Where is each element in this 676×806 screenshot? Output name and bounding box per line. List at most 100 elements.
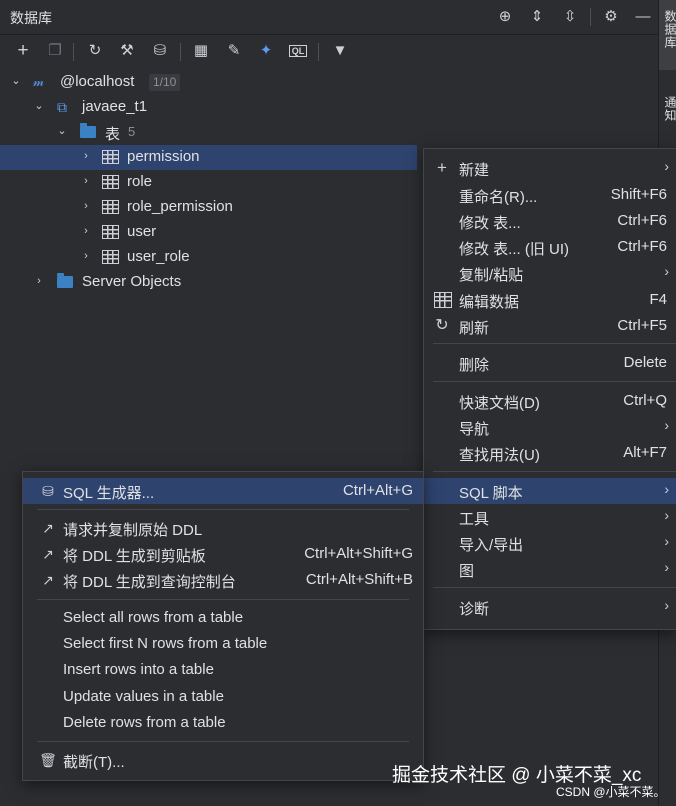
schema-icon: ⧉ bbox=[57, 99, 67, 115]
table-icon bbox=[102, 250, 119, 264]
external-arrow-icon: ↗ bbox=[42, 572, 54, 588]
submenu-item-select-first-n[interactable]: Select first N rows from a table bbox=[23, 631, 423, 657]
chevron-right-icon: › bbox=[664, 481, 669, 497]
side-tab-notifications[interactable]: 通知 bbox=[662, 96, 676, 122]
toolbar: + ❐ ↻ ⚒ ⛁ ▦ ✎ ✦ QL ▼ bbox=[0, 35, 658, 67]
menu-item-label: 快速文档(D) bbox=[459, 395, 540, 412]
chevron-down-icon[interactable]: ⌄ bbox=[56, 124, 68, 138]
menu-item-edit-data[interactable]: 编辑数据 F4 bbox=[424, 287, 676, 313]
csdn-watermark: CSDN @小菜不菜。 bbox=[556, 785, 666, 799]
menu-item-diagram[interactable]: 图 › bbox=[424, 556, 676, 582]
database-icon[interactable]: ⛁ bbox=[149, 40, 171, 62]
edit-icon[interactable]: ✎ bbox=[223, 40, 245, 62]
submenu-item-ddl-to-console[interactable]: ↗ 将 DDL 生成到查询控制台 Ctrl+Alt+Shift+B bbox=[23, 567, 423, 593]
chevron-right-icon: › bbox=[664, 597, 669, 613]
menu-item-new[interactable]: + 新建 › bbox=[424, 155, 676, 181]
chevron-down-icon[interactable]: ⌄ bbox=[10, 74, 22, 88]
menu-item-label: 编辑数据 bbox=[459, 294, 520, 311]
submenu-item-label: Select first N rows from a table bbox=[63, 635, 268, 652]
trash-icon: 🗑 bbox=[39, 752, 57, 768]
gear-icon[interactable]: ⚙ bbox=[600, 6, 622, 28]
toolbar-divider bbox=[318, 43, 319, 61]
menu-item-quick-doc[interactable]: 快速文档(D) Ctrl+Q bbox=[424, 388, 676, 414]
table-icon bbox=[434, 292, 452, 308]
table-label: role bbox=[127, 173, 153, 190]
collapse-all-icon[interactable]: ⇳ bbox=[559, 6, 581, 28]
menu-separator bbox=[37, 599, 409, 600]
menu-item-label: 删除 bbox=[459, 357, 490, 374]
menu-item-sql-scripts[interactable]: SQL 脚本 › bbox=[424, 478, 676, 504]
submenu-item-shortcut: Ctrl+Alt+Shift+B bbox=[305, 571, 413, 588]
connection-badge: 1/10 bbox=[149, 74, 181, 91]
server-objects-label: Server Objects bbox=[82, 273, 182, 290]
menu-item-modify-table[interactable]: 修改 表... Ctrl+F6 bbox=[424, 208, 676, 234]
submenu-item-label: SQL 生成器... bbox=[63, 485, 155, 502]
schema-settings-icon[interactable]: ⚒ bbox=[116, 40, 138, 62]
jump-icon[interactable]: ✦ bbox=[255, 40, 277, 62]
chevron-right-icon[interactable]: › bbox=[80, 224, 92, 238]
menu-separator bbox=[433, 587, 676, 588]
table-label: role_permission bbox=[127, 198, 233, 215]
menu-item-tools[interactable]: 工具 › bbox=[424, 504, 676, 530]
menu-item-refresh[interactable]: ↻ 刷新 Ctrl+F5 bbox=[424, 313, 676, 339]
filter-icon[interactable]: ▼ bbox=[329, 40, 351, 62]
chevron-right-icon: › bbox=[664, 417, 669, 433]
header-divider bbox=[590, 8, 591, 26]
menu-item-label: 修改 表... bbox=[459, 215, 521, 232]
tree-row-schema[interactable]: ⌄ ⧉ javaee_t1 bbox=[0, 95, 658, 120]
menu-item-navigate[interactable]: 导航 › bbox=[424, 414, 676, 440]
submenu-item-update-values[interactable]: Update values in a table bbox=[23, 684, 423, 710]
tree-row-tables-folder[interactable]: ⌄ 表 5 bbox=[0, 120, 658, 145]
submenu-item-label: 截断(T)... bbox=[63, 754, 125, 771]
menu-separator bbox=[37, 741, 409, 742]
add-icon[interactable]: + bbox=[12, 40, 34, 62]
menu-item-shortcut: Alt+F7 bbox=[623, 444, 667, 461]
submenu-item-delete-rows[interactable]: Delete rows from a table bbox=[23, 710, 423, 736]
menu-item-label: 图 bbox=[459, 563, 475, 580]
menu-item-label: 复制/粘贴 bbox=[459, 267, 524, 284]
tree-row-table[interactable]: › permission bbox=[0, 145, 417, 170]
submenu-item-sql-generator[interactable]: ⛁ SQL 生成器... Ctrl+Alt+G bbox=[23, 478, 423, 504]
menu-item-import-export[interactable]: 导入/导出 › bbox=[424, 530, 676, 556]
chevron-right-icon[interactable]: › bbox=[80, 199, 92, 213]
menu-item-diagnostics[interactable]: 诊断 › bbox=[424, 594, 676, 620]
chevron-right-icon[interactable]: › bbox=[80, 149, 92, 163]
minimize-icon[interactable]: — bbox=[632, 6, 654, 28]
submenu-item-truncate[interactable]: 🗑 截断(T)... bbox=[23, 747, 423, 773]
side-tab-database[interactable]: 数据库 bbox=[662, 10, 676, 49]
context-menu: + 新建 › 重命名(R)... Shift+F6 修改 表... Ctrl+F… bbox=[423, 148, 676, 630]
menu-item-label: SQL 脚本 bbox=[459, 485, 523, 502]
submenu-item-insert-rows[interactable]: Insert rows into a table bbox=[23, 657, 423, 683]
menu-item-shortcut: Shift+F6 bbox=[610, 186, 667, 203]
tree-row-connection[interactable]: ⌄ 𝓂 @localhost 1/10 bbox=[0, 70, 658, 95]
submenu-item-request-copy-ddl[interactable]: ↗ 请求并复制原始 DDL bbox=[23, 515, 423, 541]
submenu-item-label: 将 DDL 生成到剪贴板 bbox=[63, 548, 206, 565]
table-icon bbox=[102, 175, 119, 189]
menu-item-modify-table-old-ui[interactable]: 修改 表... (旧 UI) Ctrl+F6 bbox=[424, 234, 676, 260]
menu-item-shortcut: Delete bbox=[623, 354, 667, 371]
toolbar-divider bbox=[73, 43, 74, 61]
chevron-right-icon[interactable]: › bbox=[80, 249, 92, 263]
menu-item-copy-paste[interactable]: 复制/粘贴 › bbox=[424, 260, 676, 286]
table-label: user_role bbox=[127, 248, 190, 265]
crosshair-icon[interactable]: ⊕ bbox=[494, 6, 516, 28]
duplicate-icon[interactable]: ❐ bbox=[44, 40, 66, 62]
external-arrow-icon: ↗ bbox=[42, 546, 54, 562]
submenu-item-select-all-rows[interactable]: Select all rows from a table bbox=[23, 605, 423, 631]
expand-all-icon[interactable]: ⇕ bbox=[526, 6, 548, 28]
menu-item-delete[interactable]: 删除 Delete bbox=[424, 350, 676, 376]
connection-label: @localhost bbox=[60, 73, 135, 90]
menu-item-shortcut: Ctrl+F6 bbox=[617, 212, 667, 229]
refresh-icon[interactable]: ↻ bbox=[84, 40, 106, 62]
query-console-icon[interactable]: QL bbox=[287, 40, 309, 62]
menu-item-label: 导入/导出 bbox=[459, 537, 524, 554]
menu-item-shortcut: Ctrl+Q bbox=[623, 392, 667, 409]
chevron-right-icon[interactable]: › bbox=[33, 274, 45, 288]
submenu-item-label: Select all rows from a table bbox=[63, 609, 244, 626]
menu-item-find-usages[interactable]: 查找用法(U) Alt+F7 bbox=[424, 440, 676, 466]
submenu-item-ddl-to-clipboard[interactable]: ↗ 将 DDL 生成到剪贴板 Ctrl+Alt+Shift+G bbox=[23, 541, 423, 567]
table-view-icon[interactable]: ▦ bbox=[190, 40, 212, 62]
menu-item-rename[interactable]: 重命名(R)... Shift+F6 bbox=[424, 182, 676, 208]
chevron-down-icon[interactable]: ⌄ bbox=[33, 99, 45, 113]
chevron-right-icon[interactable]: › bbox=[80, 174, 92, 188]
